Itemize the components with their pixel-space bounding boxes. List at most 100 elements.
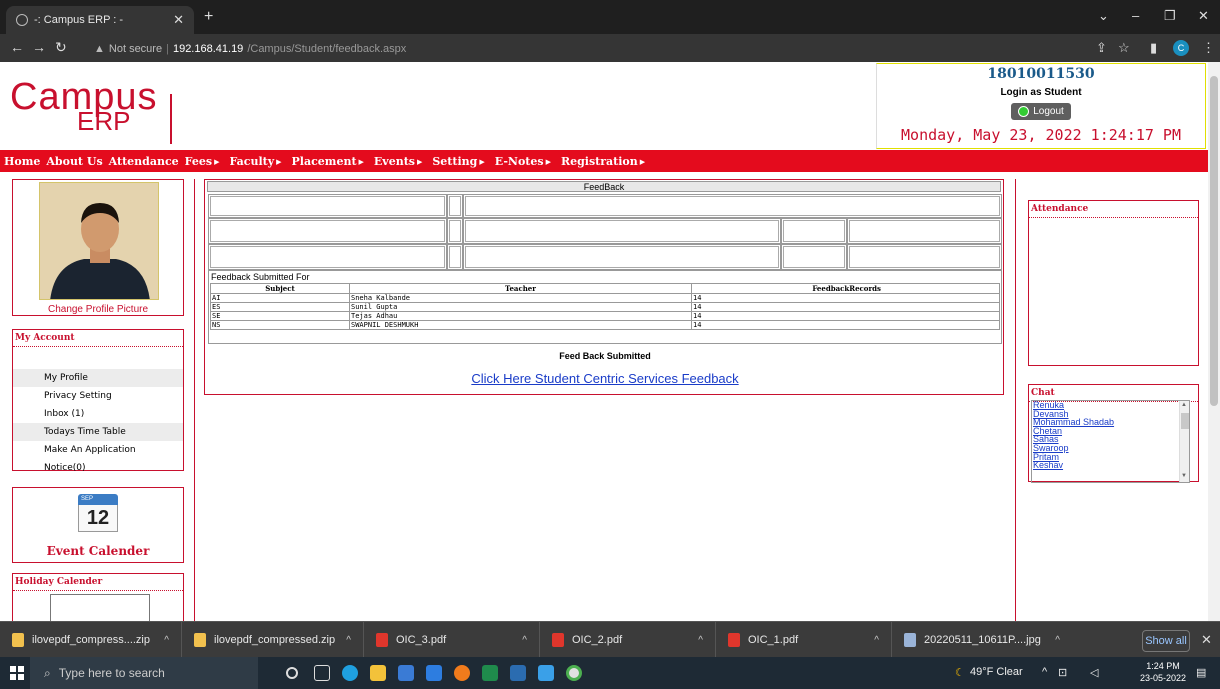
weather-text[interactable]: 49°F Clear (970, 666, 1023, 678)
menu-attendance[interactable]: Attendance (109, 155, 179, 168)
menu-registration[interactable]: Registration ▶ (561, 155, 649, 168)
maximize-icon[interactable]: ❐ (1164, 8, 1176, 24)
volume-icon[interactable]: ◁ (1090, 666, 1098, 679)
feedback-field[interactable] (847, 244, 1002, 270)
menu-placement[interactable]: Placement ▶ (292, 155, 368, 168)
chat-user[interactable]: Keshav (1032, 461, 1189, 470)
download-filename: OIC_2.pdf (572, 634, 623, 646)
bookmark-star-icon[interactable]: ☆ (1118, 40, 1130, 56)
notification-icon[interactable]: ▤ (1196, 666, 1206, 679)
taskbar-clock[interactable]: 1:24 PM 23-05-2022 (1140, 660, 1186, 684)
network-icon[interactable]: ⊡ (1058, 666, 1067, 679)
change-profile-picture-link[interactable]: Change Profile Picture (13, 304, 183, 315)
menu-e-notes[interactable]: E-Notes ▶ (495, 155, 555, 168)
page-scroll-thumb[interactable] (1210, 76, 1218, 406)
logout-label: Logout (1033, 106, 1064, 117)
download-item[interactable]: OIC_1.pdf ^ (716, 622, 892, 658)
back-icon[interactable]: ← (10, 39, 24, 55)
chrome-icon[interactable] (566, 665, 582, 681)
mail-icon[interactable] (426, 665, 442, 681)
share-icon[interactable]: ⇪ (1096, 40, 1107, 56)
download-item[interactable]: ilovepdf_compress....zip ^ (0, 622, 182, 658)
firefox-icon[interactable] (454, 665, 470, 681)
url-field[interactable]: ▲ Not secure | 192.168.41.19/Campus/Stud… (94, 40, 1094, 58)
menu-fees[interactable]: Fees ▶ (185, 155, 224, 168)
profile-avatar[interactable]: C (1173, 40, 1189, 56)
download-item[interactable]: 20220511_10611P....jpg ^ (892, 622, 1072, 658)
feedback-field[interactable] (463, 218, 781, 244)
download-item[interactable]: OIC_3.pdf ^ (364, 622, 540, 658)
browser-menu-icon[interactable]: ⋮ (1202, 40, 1215, 56)
new-tab-icon[interactable]: + (204, 8, 213, 26)
feedback-field[interactable] (208, 218, 447, 244)
reload-icon[interactable]: ↻ (55, 39, 67, 56)
menu-faculty[interactable]: Faculty ▶ (229, 155, 285, 168)
menu-setting[interactable]: Setting ▶ (432, 155, 488, 168)
tray-arrow-icon[interactable]: ^ (1042, 666, 1047, 678)
feedback-field[interactable] (208, 194, 447, 218)
account-item-time-table[interactable]: Todays Time Table (13, 423, 183, 441)
close-tab-icon[interactable]: ✕ (173, 12, 184, 28)
feedback-field[interactable] (447, 194, 463, 218)
feedback-field[interactable] (847, 218, 1002, 244)
menu-events[interactable]: Events ▶ (374, 155, 426, 168)
records-cell: 14 (691, 293, 1000, 303)
scroll-down-icon[interactable]: ▼ (1181, 473, 1187, 479)
excel-icon[interactable] (482, 665, 498, 681)
cortana-icon[interactable] (286, 667, 298, 679)
browser-tab[interactable]: -: Campus ERP : - ✕ (6, 6, 194, 34)
feedback-field[interactable] (447, 218, 463, 244)
sidepanel-icon[interactable]: ▮ (1150, 40, 1157, 56)
url-host: 192.168.41.19 (172, 43, 244, 55)
windows-start-icon[interactable] (10, 666, 24, 680)
menu-home[interactable]: Home (4, 155, 40, 168)
chat-user-list[interactable]: Renuka Devansh Mohammad Shadab Chetan Sa… (1031, 400, 1190, 483)
chevron-up-icon[interactable]: ^ (522, 635, 527, 646)
chevron-up-icon[interactable]: ^ (698, 635, 703, 646)
browser-tab-bar: -: Campus ERP : - ✕ + ⌄ – ❐ ✕ (0, 0, 1220, 34)
chevron-up-icon[interactable]: ^ (164, 635, 169, 646)
app-icon[interactable] (538, 665, 554, 681)
close-download-bar-icon[interactable]: ✕ (1201, 632, 1212, 648)
download-filename: ilovepdf_compress....zip (32, 634, 150, 646)
feedback-field[interactable] (781, 218, 847, 244)
file-explorer-icon[interactable] (370, 665, 386, 681)
store-icon[interactable] (398, 665, 414, 681)
chevron-up-icon[interactable]: ^ (1055, 635, 1060, 646)
logout-button[interactable]: Logout (1011, 103, 1071, 120)
word-icon[interactable] (510, 665, 526, 681)
account-item-inbox[interactable]: Inbox (1) (13, 405, 183, 423)
chat-scrollbar[interactable]: ▲ ▼ (1179, 401, 1189, 482)
campus-erp-logo[interactable]: Campus ERP (10, 76, 210, 144)
table-row: ES Sunil Gupta 14 (210, 302, 1000, 312)
feedback-field[interactable] (208, 244, 447, 270)
feedback-field[interactable] (463, 244, 781, 270)
scroll-thumb[interactable] (1181, 413, 1189, 429)
task-view-icon[interactable] (314, 665, 330, 681)
student-centric-feedback-link[interactable]: Click Here Student Centric Services Feed… (205, 371, 1005, 386)
window-close-icon[interactable]: ✕ (1198, 8, 1209, 24)
account-item-privacy-setting[interactable]: Privacy Setting (13, 387, 183, 405)
show-all-button[interactable]: Show all (1142, 630, 1190, 652)
account-item-make-application[interactable]: Make An Application (13, 441, 183, 459)
account-item-my-profile[interactable]: My Profile (13, 369, 183, 387)
menu-about-us[interactable]: About Us (46, 155, 102, 168)
logo-bar (170, 94, 172, 144)
edge-icon[interactable] (342, 665, 358, 681)
page-scrollbar[interactable] (1208, 62, 1220, 621)
forward-icon[interactable]: → (32, 39, 46, 55)
account-item-notice[interactable]: Notice(0) (13, 459, 183, 477)
download-item[interactable]: OIC_2.pdf ^ (540, 622, 716, 658)
taskbar-search[interactable]: ⌕ Type here to search (30, 657, 258, 689)
download-item[interactable]: ilovepdf_compressed.zip ^ (182, 622, 364, 658)
feedback-field[interactable] (781, 244, 847, 270)
tab-search-icon[interactable]: ⌄ (1098, 8, 1109, 24)
minimize-icon[interactable]: – (1132, 8, 1139, 23)
weather-icon: ☾ (955, 667, 965, 679)
chevron-up-icon[interactable]: ^ (874, 635, 879, 646)
scroll-up-icon[interactable]: ▲ (1181, 402, 1187, 408)
chevron-up-icon[interactable]: ^ (346, 635, 351, 646)
event-calendar-box[interactable]: SEP 12 Event Calender (12, 487, 184, 563)
feedback-field[interactable] (447, 244, 463, 270)
feedback-field[interactable] (463, 194, 1002, 218)
